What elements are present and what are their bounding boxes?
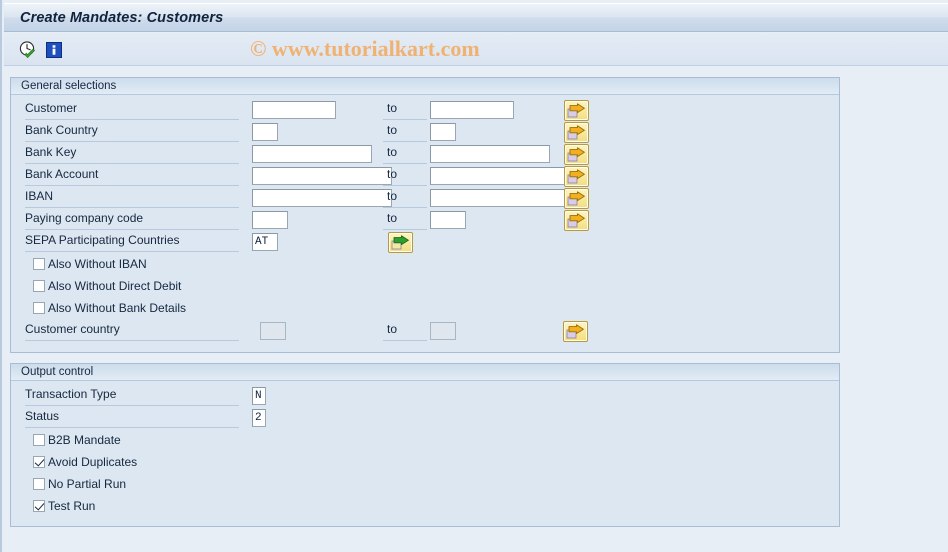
from-input[interactable] <box>252 145 372 163</box>
checkbox-test-run[interactable]: Test Run <box>33 496 95 516</box>
to-label: to <box>383 209 427 230</box>
to-label: to <box>383 99 427 120</box>
checkbox-box[interactable] <box>33 500 45 512</box>
checkbox-label: Also Without IBAN <box>48 257 147 271</box>
checkbox-also-without-iban[interactable]: Also Without IBAN <box>33 254 147 274</box>
output-control-header: Output control <box>11 364 839 381</box>
checkbox-label: No Partial Run <box>48 477 127 491</box>
general-selections-body: Customer to Bank Country to Bank Key to Bank A… <box>11 95 839 352</box>
checkbox-box[interactable] <box>33 478 45 490</box>
to-input[interactable] <box>430 123 456 141</box>
checkbox-box[interactable] <box>33 456 45 468</box>
info-icon[interactable] <box>44 40 64 60</box>
from-input[interactable] <box>252 189 392 207</box>
field-label: Bank Country <box>25 121 239 142</box>
to-input[interactable] <box>430 211 466 229</box>
output-control-panel: Output control Transaction TypeStatus B2B… <box>10 363 840 527</box>
to-input[interactable] <box>430 189 570 207</box>
arrow-right-select-icon[interactable] <box>564 144 589 165</box>
checkbox-label: Also Without Direct Debit <box>48 279 182 293</box>
to-input[interactable] <box>430 167 570 185</box>
checkbox-label: Avoid Duplicates <box>48 455 138 469</box>
checkbox-also-without-direct-debit[interactable]: Also Without Direct Debit <box>33 276 181 296</box>
checkbox-label: Test Run <box>48 499 96 513</box>
from-input[interactable] <box>252 101 336 119</box>
checkbox-label: Also Without Bank Details <box>48 301 187 315</box>
execute-icon[interactable] <box>18 40 38 60</box>
field-label: Paying company code <box>25 209 239 230</box>
checkbox-also-without-bank-details[interactable]: Also Without Bank Details <box>33 298 186 318</box>
from-input[interactable] <box>252 387 266 405</box>
field-label: Status <box>25 407 239 428</box>
checkbox-box[interactable] <box>33 280 45 292</box>
arrow-right-select-icon[interactable] <box>564 188 589 209</box>
arrow-right-select-icon[interactable] <box>564 100 589 121</box>
field-label: Customer <box>25 99 239 120</box>
checkbox-b2b-mandate[interactable]: B2B Mandate <box>33 430 121 450</box>
field-label: Bank Account <box>25 165 239 186</box>
arrow-right-select-icon[interactable] <box>564 166 589 187</box>
arrow-right-select-icon[interactable] <box>564 122 589 143</box>
checkbox-no-partial-run[interactable]: No Partial Run <box>33 474 126 494</box>
arrow-right-select-icon[interactable] <box>563 321 588 342</box>
to-label: to <box>383 165 427 186</box>
from-input[interactable] <box>252 167 392 185</box>
to-label: to <box>383 121 427 142</box>
to-label: to <box>383 187 427 208</box>
from-input <box>260 322 286 340</box>
to-label: to <box>383 143 427 164</box>
checkbox-box[interactable] <box>33 258 45 270</box>
toolbar <box>4 33 948 66</box>
checkbox-avoid-duplicates[interactable]: Avoid Duplicates <box>33 452 137 472</box>
checkbox-box[interactable] <box>33 302 45 314</box>
from-input[interactable] <box>252 123 278 141</box>
output-control-body: Transaction TypeStatus B2B Mandate Avoid D… <box>11 381 839 526</box>
arrow-right-select-icon[interactable] <box>564 210 589 231</box>
from-input[interactable] <box>252 233 278 251</box>
to-input <box>430 322 456 340</box>
page-title: Create Mandates: Customers <box>20 9 224 26</box>
general-selections-panel: General selections Customer to Bank Countr… <box>10 77 840 353</box>
to-label: to <box>383 320 427 341</box>
general-selections-header: General selections <box>11 78 839 95</box>
to-input[interactable] <box>430 101 514 119</box>
field-label: SEPA Participating Countries <box>25 231 239 252</box>
to-input[interactable] <box>430 145 550 163</box>
window-title-bar: Create Mandates: Customers <box>4 3 948 32</box>
application-window: Create Mandates: Customers © www.tutoria… <box>0 0 948 552</box>
field-label: Customer country <box>25 320 239 341</box>
from-input[interactable] <box>252 409 266 427</box>
checkbox-label: B2B Mandate <box>48 433 121 447</box>
checkbox-box[interactable] <box>33 434 45 446</box>
field-label: Transaction Type <box>25 385 239 406</box>
field-label: Bank Key <box>25 143 239 164</box>
field-label: IBAN <box>25 187 239 208</box>
arrow-right-green-select-icon[interactable] <box>388 232 413 253</box>
from-input[interactable] <box>252 211 288 229</box>
